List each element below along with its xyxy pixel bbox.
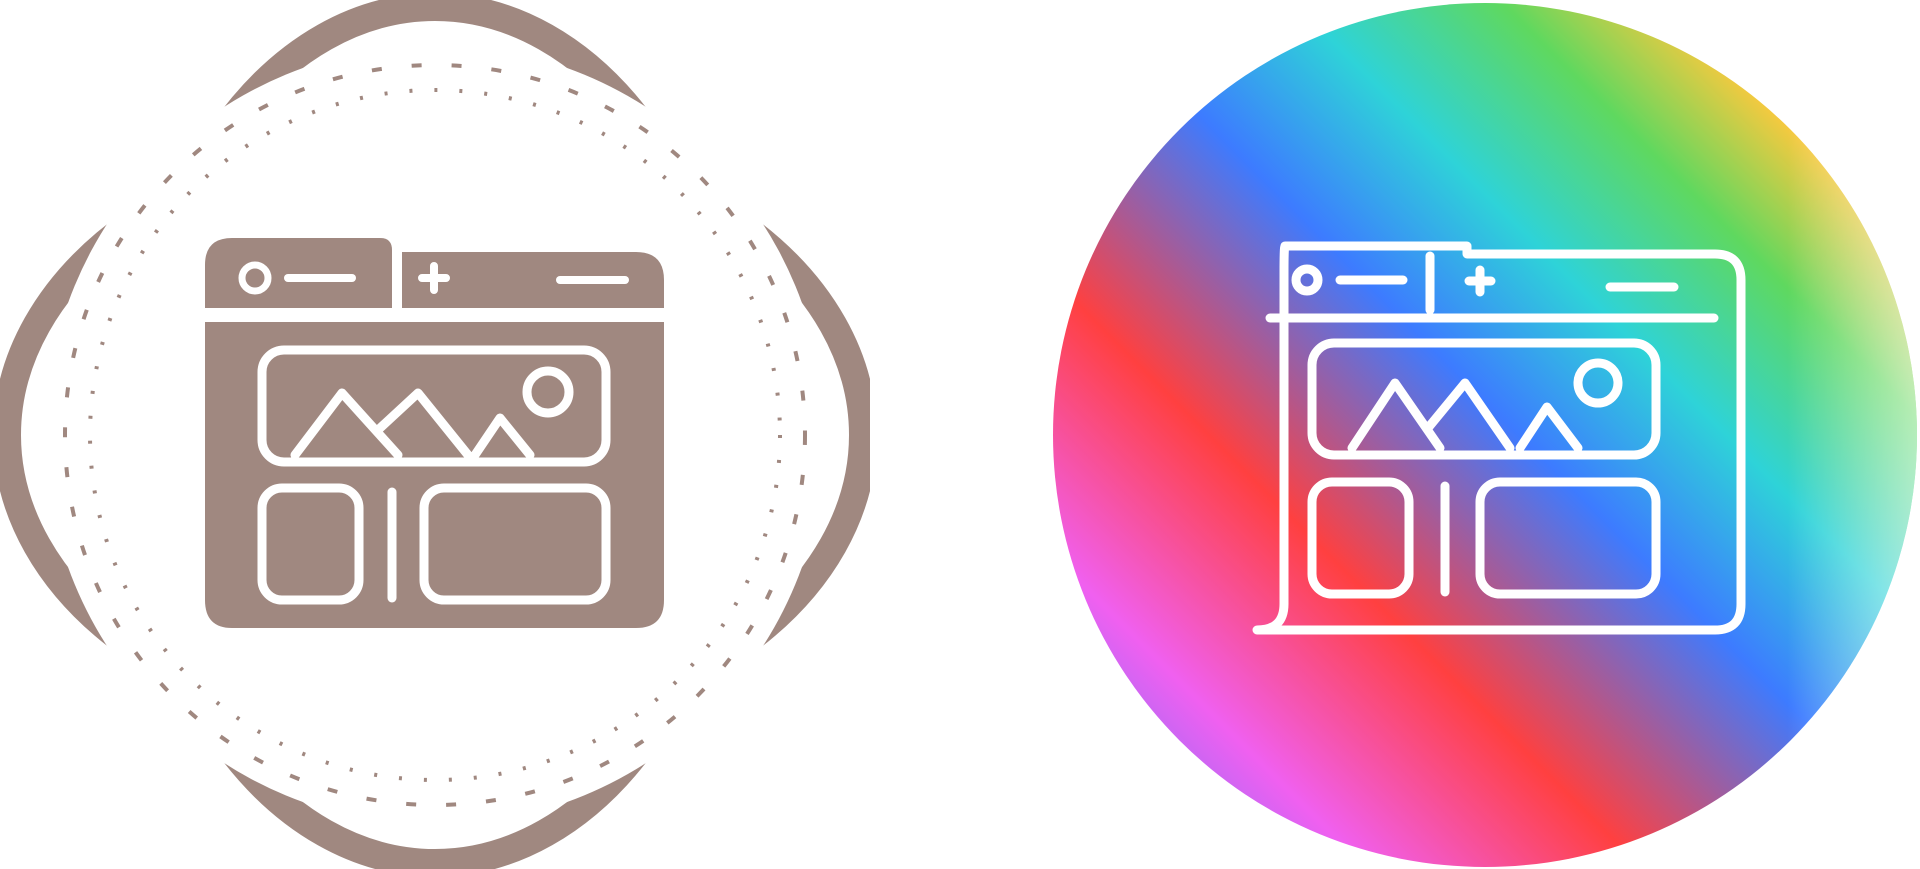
browser-window-glyph xyxy=(205,238,664,628)
badge-shine xyxy=(1053,3,1917,867)
tab-left xyxy=(205,238,392,308)
window-body xyxy=(205,322,664,628)
icon-pair xyxy=(0,0,1920,869)
web-layout-glyph-icon xyxy=(0,0,870,869)
web-layout-gradient-icon xyxy=(1053,3,1917,867)
